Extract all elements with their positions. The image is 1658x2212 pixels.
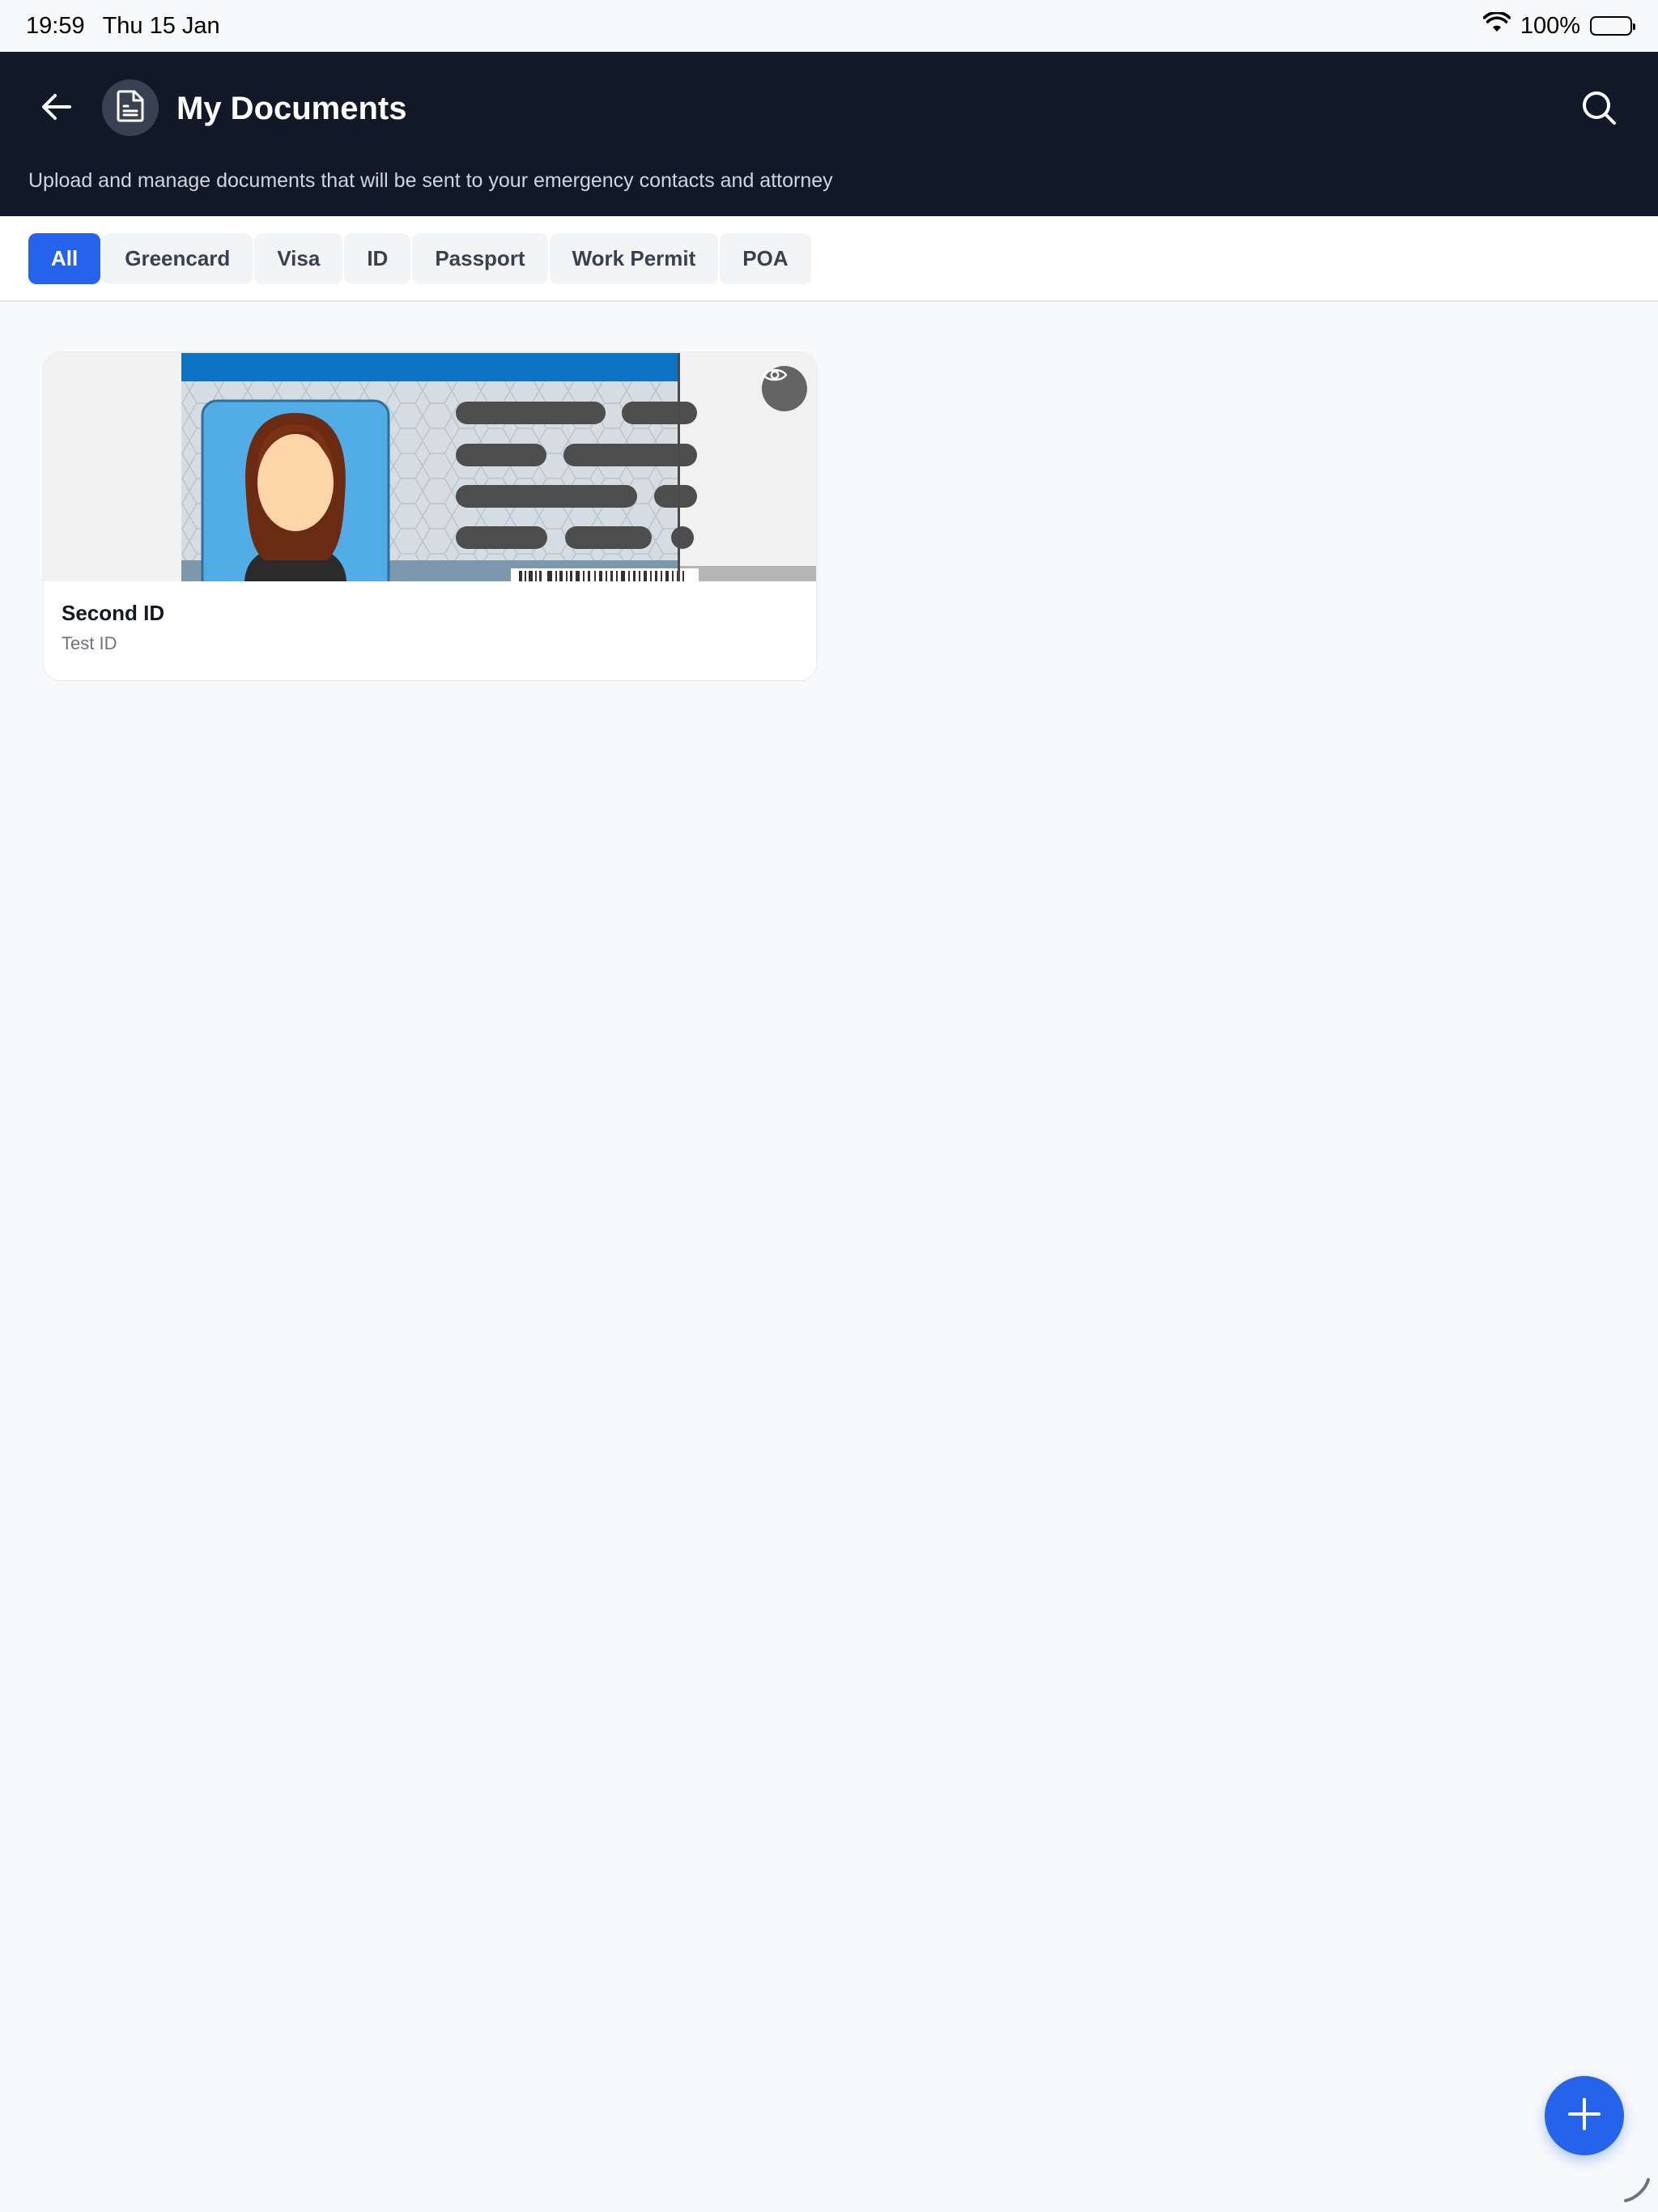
filter-chip-id[interactable]: ID <box>344 233 411 284</box>
page-subtitle: Upload and manage documents that will be… <box>28 169 833 192</box>
filter-chip-work-permit[interactable]: Work Permit <box>549 233 719 284</box>
page-title: My Documents <box>176 91 407 126</box>
filter-chips: All Greencard Visa ID Passport Work Perm… <box>28 233 811 284</box>
back-button[interactable] <box>36 87 78 130</box>
battery-icon <box>1590 16 1635 36</box>
filter-chip-passport[interactable]: Passport <box>412 233 548 284</box>
search-button[interactable] <box>1577 87 1621 131</box>
id-card-image <box>44 353 816 581</box>
header: My Documents Upload and manage documents… <box>0 52 1658 216</box>
plus-icon <box>1567 2096 1602 2136</box>
status-date: Thu 15 Jan <box>102 12 220 39</box>
filter-chip-visa[interactable]: Visa <box>254 233 343 284</box>
back-arrow-icon <box>40 92 73 125</box>
add-document-button[interactable] <box>1545 2076 1624 2155</box>
search-icon <box>1581 90 1617 130</box>
preview-button[interactable] <box>762 366 807 411</box>
filter-chip-poa[interactable]: POA <box>720 233 811 284</box>
status-bar: 19:59 Thu 15 Jan 100% <box>0 0 1658 52</box>
document-card[interactable]: Second ID Test ID <box>42 351 818 682</box>
document-thumbnail <box>44 353 816 581</box>
resize-handle-icon[interactable] <box>1622 2175 1652 2204</box>
document-avatar <box>102 79 159 136</box>
filter-bar: All Greencard Visa ID Passport Work Perm… <box>0 216 1658 302</box>
wifi-icon <box>1482 11 1511 40</box>
document-icon <box>117 90 144 126</box>
status-time: 19:59 <box>26 12 85 39</box>
filter-chip-greencard[interactable]: Greencard <box>102 233 253 284</box>
battery-percent: 100% <box>1520 12 1580 39</box>
filter-chip-all[interactable]: All <box>28 233 101 284</box>
document-title: Second ID <box>62 601 165 625</box>
document-subtitle: Test ID <box>62 633 117 653</box>
